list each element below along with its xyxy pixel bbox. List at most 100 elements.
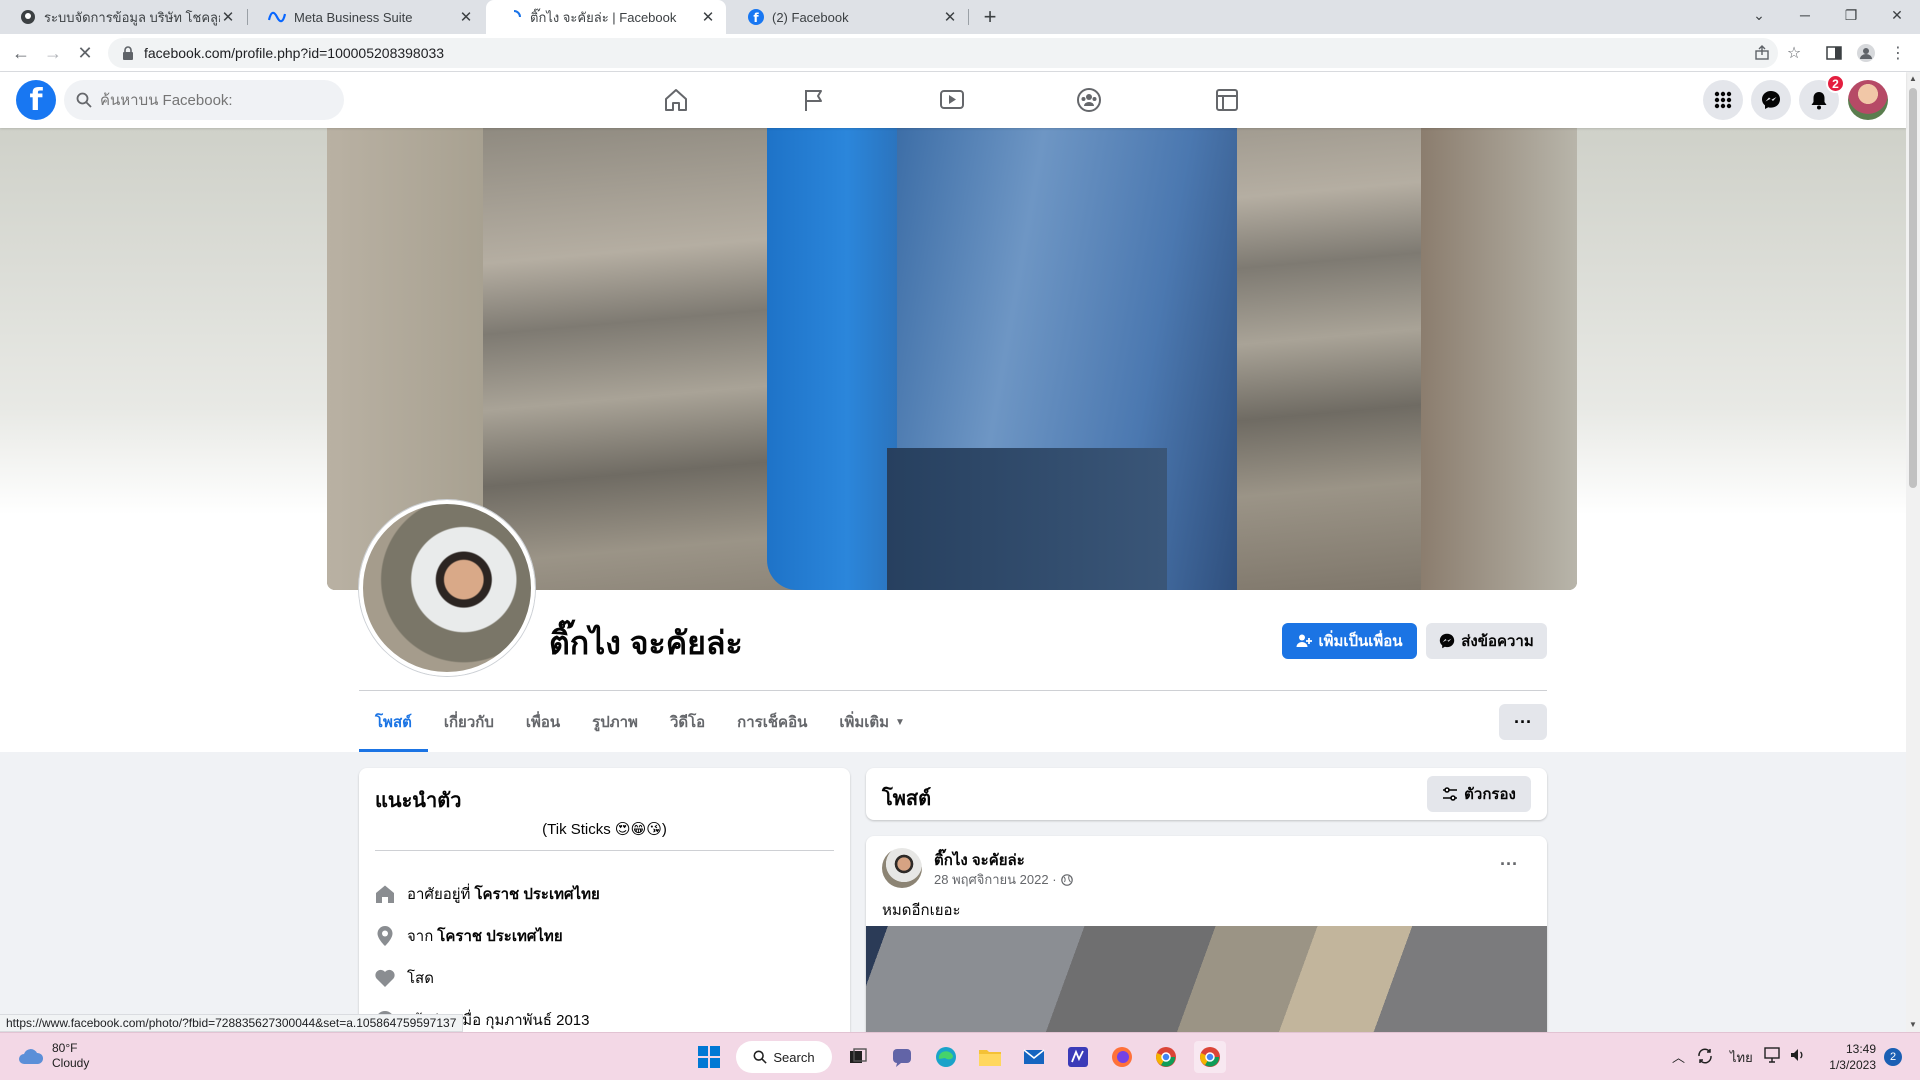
browser-menu-icon[interactable]: ⋮ (1888, 43, 1908, 63)
stop-loading-icon[interactable]: ✕ (72, 40, 98, 66)
messenger-button[interactable] (1751, 80, 1791, 120)
volume-icon[interactable] (1790, 1047, 1806, 1063)
tab-more[interactable]: เพิ่มเติม ▼ (823, 692, 921, 752)
minimize-icon[interactable]: ─ (1782, 0, 1828, 30)
browser-tab-3[interactable]: ติ๊กไง จะคัยล่ะ | Facebook ✕ (486, 0, 726, 34)
post-author-avatar[interactable] (882, 848, 922, 888)
back-arrow-icon[interactable]: ← (8, 40, 34, 66)
task-view-icon[interactable] (842, 1041, 874, 1073)
post-timestamp[interactable]: 28 พฤศจิกายน 2022 · (934, 869, 1073, 890)
forward-arrow-icon[interactable]: → (40, 40, 66, 66)
tab-friends[interactable]: เพื่อน (510, 692, 576, 752)
firefox-icon[interactable] (1106, 1041, 1138, 1073)
scroll-down-icon[interactable]: ▼ (1906, 1018, 1920, 1032)
nav-watch[interactable] (896, 72, 1008, 128)
network-icon[interactable] (1764, 1047, 1782, 1063)
browser-tab-title: Meta Business Suite (294, 9, 413, 25)
tab-posts[interactable]: โพสต์ (359, 692, 428, 752)
mpn-app-icon[interactable] (1062, 1041, 1094, 1073)
taskbar-search-button[interactable]: Search (736, 1041, 832, 1073)
add-friend-button[interactable]: เพิ่มเป็นเพื่อน (1282, 623, 1417, 659)
notification-center-badge[interactable]: 2 (1884, 1048, 1902, 1066)
lives-in-value[interactable]: โคราช ประเทศไทย (474, 882, 599, 906)
browser-tab-4[interactable]: f (2) Facebook ✕ (728, 0, 968, 34)
nav-groups[interactable] (1033, 72, 1145, 128)
account-avatar[interactable] (1848, 80, 1888, 120)
mail-icon[interactable] (1018, 1041, 1050, 1073)
filter-button[interactable]: ตัวกรอง (1427, 776, 1531, 812)
close-icon[interactable]: ✕ (458, 9, 474, 26)
sync-icon[interactable] (1696, 1047, 1714, 1065)
clock-date: 1/3/2023 (1829, 1058, 1876, 1072)
window-close-icon[interactable]: ✕ (1874, 0, 1920, 30)
restore-icon[interactable]: ❐ (1828, 0, 1874, 30)
close-icon[interactable]: ✕ (942, 9, 958, 26)
nav-home[interactable] (620, 72, 732, 128)
post-date-text: 28 พฤศจิกายน 2022 · (934, 872, 1057, 887)
facebook-logo[interactable]: f (16, 80, 56, 120)
tab-search-chevron-icon[interactable]: ⌄ (1736, 0, 1782, 30)
tab-checkins[interactable]: การเช็คอิน (721, 692, 823, 752)
chrome-alt-profile-icon[interactable] (1150, 1041, 1182, 1073)
search-input[interactable] (100, 91, 320, 109)
address-bar[interactable]: facebook.com/profile.php?id=100005208398… (108, 38, 1778, 68)
chrome-icon[interactable] (1194, 1041, 1226, 1073)
browser-tab-1[interactable]: ระบบจัดการข้อมูล บริษัท โชคลูกน็อต ( ✕ (0, 0, 246, 34)
edge-browser-icon[interactable] (930, 1041, 962, 1073)
cloud-icon (18, 1047, 44, 1065)
scrollbar-thumb[interactable] (1909, 88, 1917, 488)
start-button[interactable] (693, 1041, 725, 1073)
lock-icon (122, 46, 134, 60)
share-icon[interactable] (1752, 43, 1772, 63)
filter-label: ตัวกรอง (1464, 786, 1516, 803)
add-friend-icon (1296, 633, 1313, 649)
close-icon[interactable]: ✕ (220, 9, 236, 26)
bookmark-star-icon[interactable]: ☆ (1784, 43, 1804, 63)
home-icon (662, 86, 690, 114)
scroll-up-icon[interactable]: ▲ (1906, 72, 1920, 86)
profile-more-button[interactable]: ··· (1499, 704, 1547, 740)
cover-photo[interactable] (327, 128, 1577, 590)
send-message-button[interactable]: ส่งข้อความ (1426, 623, 1547, 659)
link-status-bubble: https://www.facebook.com/photo/?fbid=728… (0, 1014, 464, 1032)
menu-button[interactable] (1703, 80, 1743, 120)
bell-icon (1809, 90, 1829, 110)
nav-pages[interactable] (758, 72, 870, 128)
teams-chat-icon[interactable] (886, 1041, 918, 1073)
post-options-button[interactable]: ··· (1500, 854, 1518, 875)
taskbar-clock[interactable]: 13:49 1/3/2023 (1822, 1041, 1876, 1073)
relationship-row: โสด (375, 966, 434, 990)
tray-chevron-up-icon[interactable]: ︿ (1672, 1047, 1685, 1066)
tab-label: โพสต์ (375, 714, 412, 731)
browser-tab-title: ติ๊กไง จะคัยล่ะ | Facebook (530, 9, 677, 25)
page-scrollbar[interactable]: ▲ ▼ (1906, 72, 1920, 1032)
from-value[interactable]: โคราช ประเทศไทย (437, 924, 562, 948)
filter-sliders-icon (1442, 786, 1458, 802)
close-icon[interactable]: ✕ (700, 9, 716, 26)
new-tab-button[interactable]: + (977, 5, 1003, 31)
nav-gaming[interactable] (1171, 72, 1283, 128)
search-icon (753, 1050, 768, 1064)
profile-name: ติ๊กไง จะคัยล่ะ (549, 625, 743, 661)
profile-icon[interactable] (1856, 43, 1876, 63)
facebook-search[interactable] (64, 80, 344, 120)
weather-condition: Cloudy (52, 1056, 90, 1070)
side-panel-icon[interactable] (1824, 43, 1844, 63)
home-icon (375, 884, 395, 904)
flag-icon (800, 86, 828, 114)
relationship-value: โสด (407, 970, 434, 987)
browser-tab-2[interactable]: Meta Business Suite ✕ (248, 0, 484, 34)
tab-videos[interactable]: วิดีโอ (654, 692, 721, 752)
send-message-label: ส่งข้อความ (1461, 633, 1534, 650)
lives-in-label: อาศัยอยู่ที่ (407, 886, 471, 903)
tab-about[interactable]: เกี่ยวกับ (428, 692, 510, 752)
file-explorer-icon[interactable] (974, 1041, 1006, 1073)
from-label: จาก (407, 928, 434, 945)
input-language[interactable]: ไทย (1730, 1047, 1753, 1068)
meta-icon (268, 11, 286, 23)
intro-title: แนะนำตัว (375, 790, 462, 812)
windows-taskbar: 80°F Cloudy Search ︿ ไทย 13:49 1/3/2023 … (0, 1032, 1920, 1080)
tab-photos[interactable]: รูปภาพ (576, 692, 654, 752)
weather-widget[interactable]: 80°F Cloudy (18, 1041, 89, 1071)
profile-picture[interactable] (359, 500, 535, 676)
